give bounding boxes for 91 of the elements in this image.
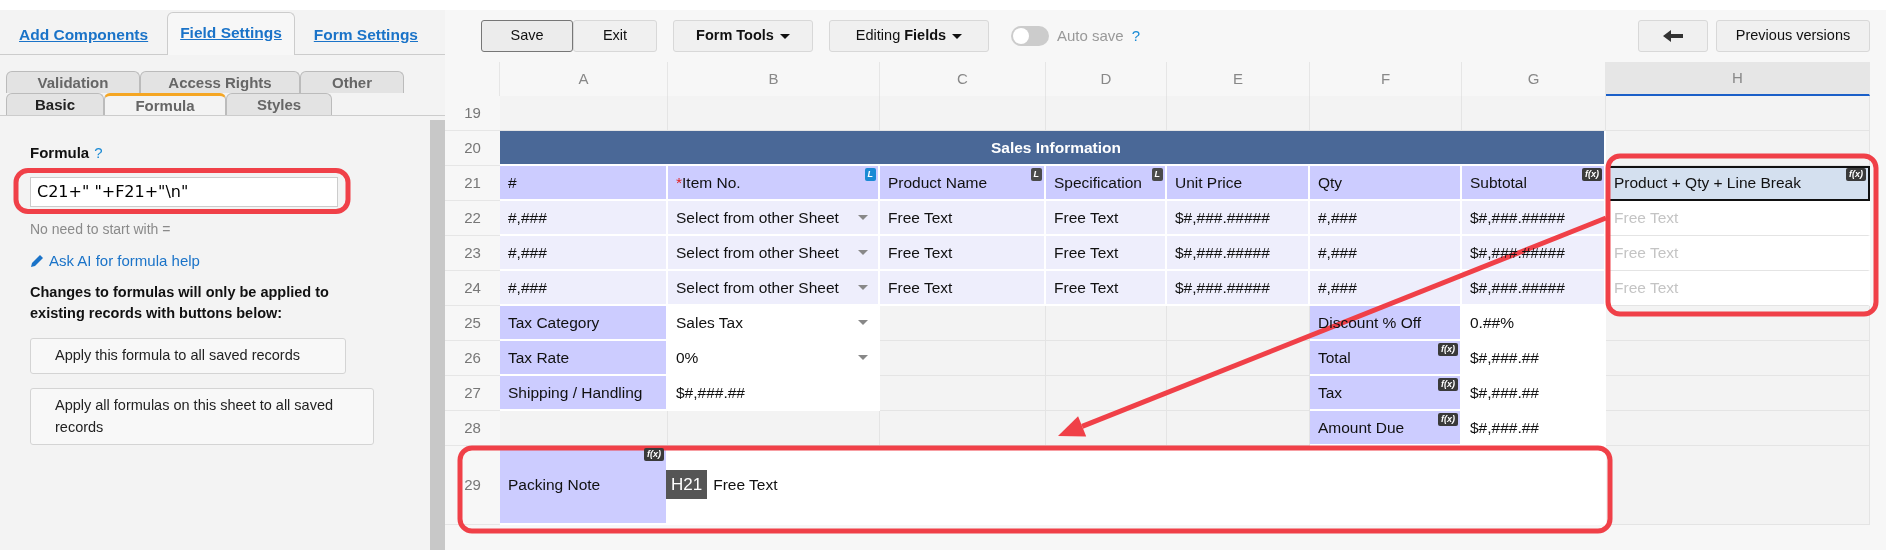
- formula-badge: f(x): [1438, 378, 1458, 391]
- table-cell[interactable]: #,###: [1310, 271, 1462, 306]
- dropdown-field[interactable]: Select from other Sheet: [668, 201, 880, 236]
- caret-icon: [952, 33, 963, 39]
- apply-button[interactable]: Apply this formula to all saved records: [30, 338, 346, 374]
- caret-icon: [858, 250, 868, 255]
- table-cell[interactable]: $#,###.##: [1462, 411, 1606, 446]
- toggle-label: Auto save: [1057, 25, 1124, 46]
- table-cell[interactable]: Free Text: [880, 271, 1046, 306]
- table-cell[interactable]: 0.##%: [1462, 306, 1606, 341]
- tab[interactable]: Validation: [6, 71, 140, 93]
- formula-badge: f(x): [1846, 168, 1866, 181]
- tab[interactable]: Field Settings: [167, 11, 295, 55]
- field-label[interactable]: Tax Rate: [500, 341, 668, 376]
- tab[interactable]: Other: [300, 71, 404, 93]
- field-label[interactable]: Subtotal f(x): [1462, 166, 1606, 201]
- field-label[interactable]: Packing Note f(x): [500, 446, 668, 525]
- formula-badge: f(x): [644, 448, 664, 461]
- field-label[interactable]: Product Name L: [880, 166, 1046, 201]
- table-cell[interactable]: $#,###.#####: [1167, 201, 1310, 236]
- table-cell[interactable]: H21 Free Text: [668, 446, 1606, 525]
- pencil-icon: [30, 253, 44, 268]
- table-cell[interactable]: Free Text: [1046, 271, 1167, 306]
- caret-icon: [779, 33, 790, 39]
- formula-badge: f(x): [1582, 168, 1602, 181]
- table-cell[interactable]: $#,###.#####: [1167, 236, 1310, 271]
- dropdown-field[interactable]: Select from other Sheet: [668, 236, 880, 271]
- menu-button[interactable]: Editing Fields: [829, 20, 989, 52]
- field-label[interactable]: #: [500, 166, 668, 201]
- formula-badge: f(x): [1438, 343, 1458, 356]
- table-cell[interactable]: #,###: [1310, 201, 1462, 236]
- hint-text: No need to start with =: [30, 219, 172, 239]
- field-label[interactable]: *Item No. L: [668, 166, 880, 201]
- tab[interactable]: Formula: [104, 93, 226, 115]
- apply-button[interactable]: Apply all formulas on this sheet to all saved records: [30, 387, 374, 446]
- table-cell[interactable]: $#,###.##: [1462, 376, 1606, 411]
- lookup-badge: L: [864, 168, 876, 181]
- dropdown-field[interactable]: Select from other Sheet: [668, 271, 880, 306]
- toggle-switch[interactable]: [1011, 26, 1049, 46]
- caret-icon: [858, 355, 868, 360]
- tab[interactable]: Styles: [226, 93, 332, 115]
- back-arrow-icon: [1663, 30, 1683, 43]
- table-cell[interactable]: #,###: [500, 201, 668, 236]
- field-label[interactable]: Specification L: [1046, 166, 1167, 201]
- scrollbar[interactable]: [430, 120, 445, 550]
- caret-icon: [858, 215, 868, 220]
- required-mark: *: [676, 172, 683, 193]
- table-cell[interactable]: #,###: [500, 236, 668, 271]
- caret-icon: [858, 285, 868, 290]
- lookup-badge: L: [1151, 168, 1163, 181]
- field-label[interactable]: Amount Due f(x): [1310, 411, 1462, 446]
- table-cell[interactable]: $#,###.##: [1462, 341, 1606, 376]
- field-label[interactable]: Shipping / Handling: [500, 376, 668, 411]
- formula-badge: f(x): [1438, 413, 1458, 426]
- field-label[interactable]: Total f(x): [1310, 341, 1462, 376]
- table-cell[interactable]: Free Text: [880, 201, 1046, 236]
- toolbar-button[interactable]: Exit: [573, 20, 657, 52]
- tab[interactable]: Form Settings: [300, 13, 431, 54]
- field-label[interactable]: Qty: [1310, 166, 1462, 201]
- table-cell[interactable]: Free Text: [1046, 201, 1167, 236]
- section-header: Sales Information: [500, 131, 1606, 166]
- dropdown-field[interactable]: 0%: [668, 341, 880, 376]
- tab[interactable]: Access Rights: [140, 71, 300, 93]
- formula-field[interactable]: C21+" "+F21+"\n": [30, 176, 338, 207]
- field-label: Formula: [30, 143, 90, 163]
- table-cell[interactable]: $#,###.##: [668, 376, 880, 411]
- lookup-badge: L: [1030, 168, 1042, 181]
- field-label[interactable]: Unit Price: [1167, 166, 1310, 201]
- toolbar-button[interactable]: Save: [481, 20, 573, 52]
- table-cell[interactable]: Free Text: [880, 236, 1046, 271]
- cell-tooltip: H21: [666, 469, 708, 500]
- table-cell[interactable]: #,###: [1310, 236, 1462, 271]
- table-cell[interactable]: $#,###.#####: [1462, 201, 1606, 236]
- table-cell[interactable]: $#,###.#####: [1462, 271, 1606, 306]
- caret-icon: [858, 320, 868, 325]
- field-label[interactable]: Tax Category: [500, 306, 668, 341]
- table-cell[interactable]: #,###: [500, 271, 668, 306]
- dropdown-field[interactable]: Sales Tax: [668, 306, 880, 341]
- label-text: Item No.: [682, 172, 741, 193]
- table-cell[interactable]: $#,###.#####: [1167, 271, 1310, 306]
- table-cell[interactable]: Free Text: [1046, 236, 1167, 271]
- menu-button[interactable]: Form Tools: [673, 20, 813, 52]
- notice-text: Changes to formulas will only be applied to existing records with buttons below:: [30, 283, 330, 323]
- tab[interactable]: Add Components: [6, 13, 162, 54]
- help-link[interactable]: ?: [1131, 24, 1141, 48]
- cell-text: Free Text: [713, 474, 778, 495]
- back-button[interactable]: [1638, 20, 1708, 52]
- versions-button[interactable]: Previous versions: [1716, 20, 1870, 52]
- field-label[interactable]: Tax f(x): [1310, 376, 1462, 411]
- tab[interactable]: Basic: [6, 93, 104, 115]
- ai-help-link[interactable]: Ask AI for formula help: [49, 249, 200, 272]
